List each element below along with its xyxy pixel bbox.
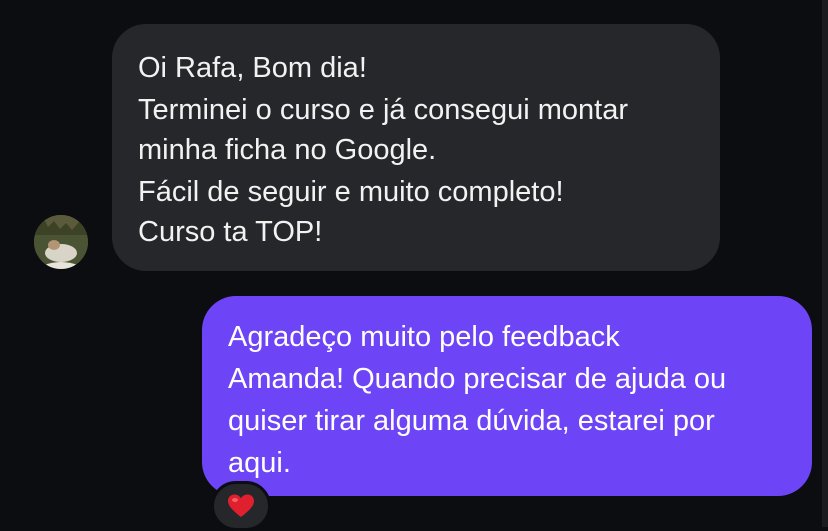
contact-avatar[interactable] xyxy=(34,215,88,269)
message-reaction[interactable] xyxy=(211,481,271,531)
scrollbar[interactable] xyxy=(822,0,828,527)
message-line: aqui. xyxy=(228,447,291,479)
message-line: Amanda! Quando precisar de ajuda ou xyxy=(228,363,727,395)
outgoing-message-bubble[interactable]: Agradeço muito pelo feedback Amanda! Qua… xyxy=(202,296,812,496)
avatar-photo-icon xyxy=(34,215,88,269)
message-line: Agradeço muito pelo feedback xyxy=(228,321,620,353)
incoming-message-bubble[interactable]: Oi Rafa, Bom dia! Terminei o curso e já … xyxy=(112,24,720,271)
message-line: quiser tirar alguma dúvida, estarei por xyxy=(228,405,715,437)
heart-icon xyxy=(228,494,254,517)
message-line: Fácil de seguir e muito completo! xyxy=(138,176,564,208)
message-line: minha ficha no Google. xyxy=(138,134,437,166)
message-line: Oi Rafa, Bom dia! xyxy=(138,52,367,84)
message-line: Curso ta TOP! xyxy=(138,216,323,248)
message-line: Terminei o curso e já consegui montar xyxy=(138,94,629,126)
